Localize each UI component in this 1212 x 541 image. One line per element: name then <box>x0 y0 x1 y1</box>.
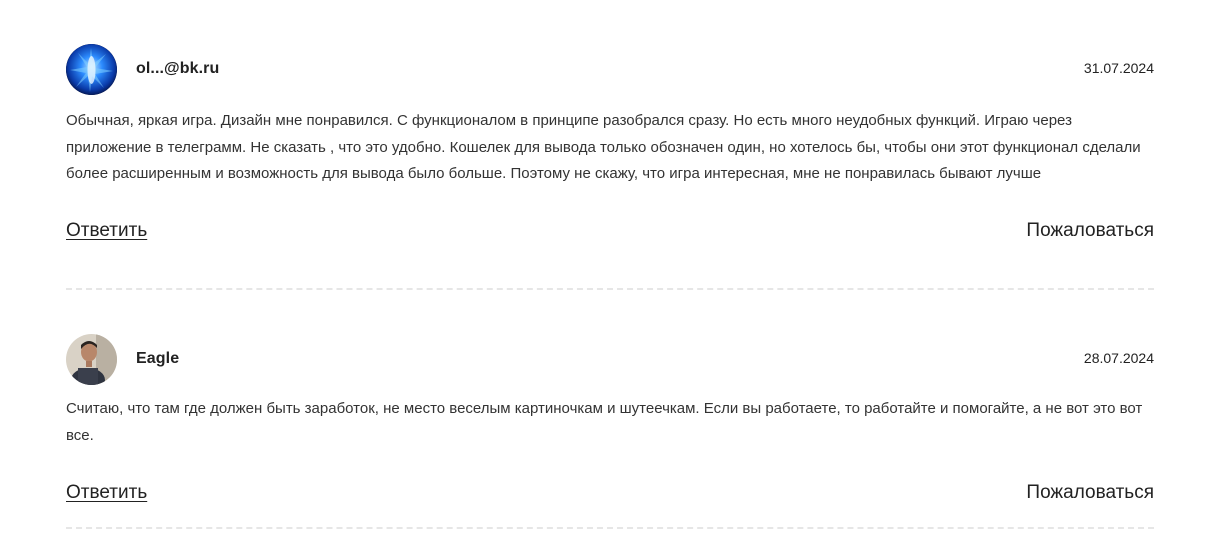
person-photo-avatar-icon <box>66 334 117 385</box>
divider <box>66 288 1154 290</box>
avatar <box>66 44 117 95</box>
blue-abstract-avatar-icon <box>66 44 117 95</box>
comment-item: ol...@bk.ru 31.07.2024 Обычная, яркая иг… <box>66 44 1154 290</box>
report-link[interactable]: Пожаловаться <box>1026 482 1154 504</box>
comment-text: Считаю, что там где должен быть заработо… <box>66 400 1143 444</box>
comment-text: Обычная, яркая игра. Дизайн мне понравил… <box>66 112 1141 182</box>
comment-actions: Ответить Пожаловаться <box>66 220 1154 250</box>
author-name: Eagle <box>136 350 180 367</box>
reply-link[interactable]: Ответить <box>66 482 147 504</box>
comment-date: 28.07.2024 <box>1083 350 1154 366</box>
reply-link[interactable]: Ответить <box>66 220 147 242</box>
divider <box>66 527 1154 529</box>
comment-header: ol...@bk.ru 31.07.2024 <box>66 44 1154 96</box>
avatar <box>66 334 117 385</box>
report-link[interactable]: Пожаловаться <box>1026 220 1154 242</box>
comment-header: Eagle 28.07.2024 <box>66 334 1154 386</box>
comment-actions: Ответить Пожаловаться <box>66 482 1154 512</box>
comment-item: Eagle 28.07.2024 Считаю, что там где дол… <box>66 334 1154 529</box>
author-name: ol...@bk.ru <box>136 60 220 77</box>
comment-date: 31.07.2024 <box>1083 60 1154 76</box>
